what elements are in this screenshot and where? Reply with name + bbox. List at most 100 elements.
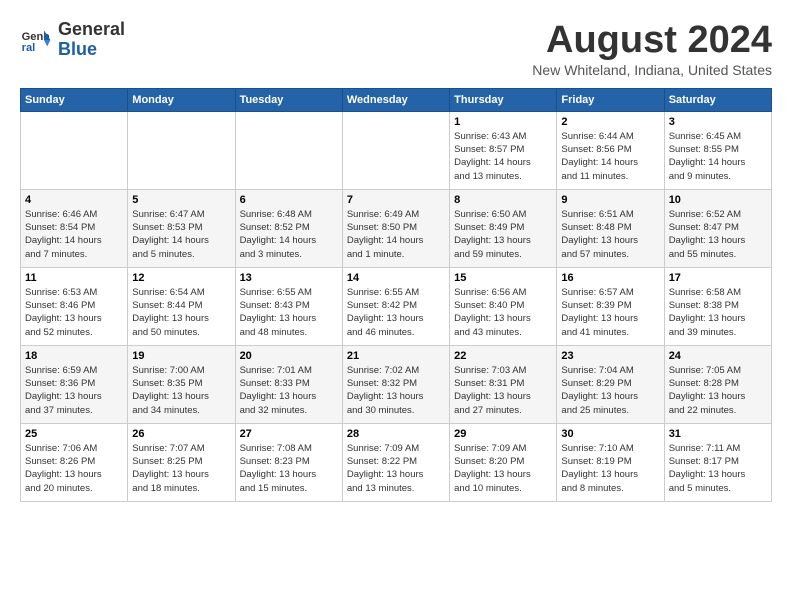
calendar-day — [235, 111, 342, 189]
col-header-sunday: Sunday — [21, 88, 128, 111]
day-number: 18 — [25, 350, 123, 362]
day-info: Sunrise: 7:00 AM Sunset: 8:35 PM Dayligh… — [132, 364, 230, 417]
calendar-day: 28 Sunrise: 7:09 AM Sunset: 8:22 PM Dayli… — [342, 423, 449, 501]
logo-line2: Blue — [58, 39, 97, 59]
calendar-day: 22Sunrise: 7:03 AM Sunset: 8:31 PM Dayli… — [450, 345, 557, 423]
calendar-day: 4 Sunrise: 6:46 AM Sunset: 8:54 PM Daylig… — [21, 189, 128, 267]
calendar-day — [128, 111, 235, 189]
day-info: Sunrise: 7:06 AM Sunset: 8:26 PM Dayligh… — [25, 442, 123, 495]
logo-text: General Blue — [58, 20, 125, 60]
day-info: Sunrise: 6:59 AM Sunset: 8:36 PM Dayligh… — [25, 364, 123, 417]
day-number: 11 — [25, 272, 123, 284]
calendar-day: 31Sunrise: 7:11 AM Sunset: 8:17 PM Dayli… — [664, 423, 771, 501]
main-title: August 2024 — [532, 20, 772, 62]
col-header-thursday: Thursday — [450, 88, 557, 111]
calendar-day: 7Sunrise: 6:49 AM Sunset: 8:50 PM Daylig… — [342, 189, 449, 267]
day-number: 31 — [669, 428, 767, 440]
calendar-week-3: 11 Sunrise: 6:53 AM Sunset: 8:46 PM Dayli… — [21, 267, 772, 345]
day-info: Sunrise: 6:52 AM Sunset: 8:47 PM Dayligh… — [669, 208, 767, 261]
day-info: Sunrise: 6:53 AM Sunset: 8:46 PM Dayligh… — [25, 286, 123, 339]
calendar-day: 11 Sunrise: 6:53 AM Sunset: 8:46 PM Dayli… — [21, 267, 128, 345]
calendar-week-1: 1Sunrise: 6:43 AM Sunset: 8:57 PM Daylig… — [21, 111, 772, 189]
logo: Gene ral General Blue — [20, 20, 125, 60]
calendar-day: 17 Sunrise: 6:58 AM Sunset: 8:38 PM Dayli… — [664, 267, 771, 345]
day-number: 10 — [669, 194, 767, 206]
calendar-week-2: 4 Sunrise: 6:46 AM Sunset: 8:54 PM Daylig… — [21, 189, 772, 267]
day-number: 2 — [561, 116, 659, 128]
day-number: 13 — [240, 272, 338, 284]
day-info: Sunrise: 7:02 AM Sunset: 8:32 PM Dayligh… — [347, 364, 445, 417]
day-number: 12 — [132, 272, 230, 284]
col-header-wednesday: Wednesday — [342, 88, 449, 111]
day-info: Sunrise: 7:08 AM Sunset: 8:23 PM Dayligh… — [240, 442, 338, 495]
calendar-day: 23 Sunrise: 7:04 AM Sunset: 8:29 PM Dayli… — [557, 345, 664, 423]
day-number: 9 — [561, 194, 659, 206]
day-number: 14 — [347, 272, 445, 284]
day-info: Sunrise: 6:46 AM Sunset: 8:54 PM Dayligh… — [25, 208, 123, 261]
day-info: Sunrise: 6:45 AM Sunset: 8:55 PM Dayligh… — [669, 130, 767, 183]
day-number: 4 — [25, 194, 123, 206]
day-number: 25 — [25, 428, 123, 440]
calendar-day: 5 Sunrise: 6:47 AM Sunset: 8:53 PM Daylig… — [128, 189, 235, 267]
day-info: Sunrise: 6:57 AM Sunset: 8:39 PM Dayligh… — [561, 286, 659, 339]
day-info: Sunrise: 7:05 AM Sunset: 8:28 PM Dayligh… — [669, 364, 767, 417]
day-number: 16 — [561, 272, 659, 284]
day-info: Sunrise: 6:55 AM Sunset: 8:43 PM Dayligh… — [240, 286, 338, 339]
calendar-day: 20 Sunrise: 7:01 AM Sunset: 8:33 PM Dayli… — [235, 345, 342, 423]
day-number: 19 — [132, 350, 230, 362]
day-number: 23 — [561, 350, 659, 362]
calendar-day: 25 Sunrise: 7:06 AM Sunset: 8:26 PM Dayli… — [21, 423, 128, 501]
title-block: August 2024 New Whiteland, Indiana, Unit… — [532, 20, 772, 78]
day-info: Sunrise: 7:09 AM Sunset: 8:22 PM Dayligh… — [347, 442, 445, 495]
day-info: Sunrise: 6:54 AM Sunset: 8:44 PM Dayligh… — [132, 286, 230, 339]
calendar-table: SundayMondayTuesdayWednesdayThursdayFrid… — [20, 88, 772, 502]
day-info: Sunrise: 6:50 AM Sunset: 8:49 PM Dayligh… — [454, 208, 552, 261]
calendar-week-4: 18 Sunrise: 6:59 AM Sunset: 8:36 PM Dayli… — [21, 345, 772, 423]
calendar-day: 16 Sunrise: 6:57 AM Sunset: 8:39 PM Dayli… — [557, 267, 664, 345]
logo-line1: General — [58, 20, 125, 40]
day-info: Sunrise: 7:07 AM Sunset: 8:25 PM Dayligh… — [132, 442, 230, 495]
calendar-day: 12 Sunrise: 6:54 AM Sunset: 8:44 PM Dayli… — [128, 267, 235, 345]
calendar-day: 14 Sunrise: 6:55 AM Sunset: 8:42 PM Dayli… — [342, 267, 449, 345]
day-info: Sunrise: 6:55 AM Sunset: 8:42 PM Dayligh… — [347, 286, 445, 339]
day-number: 28 — [347, 428, 445, 440]
svg-text:ral: ral — [22, 42, 36, 54]
calendar-day: 2 Sunrise: 6:44 AM Sunset: 8:56 PM Daylig… — [557, 111, 664, 189]
day-number: 8 — [454, 194, 552, 206]
logo-icon: Gene ral — [20, 24, 52, 56]
day-info: Sunrise: 6:58 AM Sunset: 8:38 PM Dayligh… — [669, 286, 767, 339]
day-number: 26 — [132, 428, 230, 440]
calendar-day: 15Sunrise: 6:56 AM Sunset: 8:40 PM Dayli… — [450, 267, 557, 345]
day-number: 24 — [669, 350, 767, 362]
day-number: 30 — [561, 428, 659, 440]
day-info: Sunrise: 7:04 AM Sunset: 8:29 PM Dayligh… — [561, 364, 659, 417]
day-info: Sunrise: 6:51 AM Sunset: 8:48 PM Dayligh… — [561, 208, 659, 261]
subtitle: New Whiteland, Indiana, United States — [532, 62, 772, 78]
day-info: Sunrise: 6:44 AM Sunset: 8:56 PM Dayligh… — [561, 130, 659, 183]
calendar-day: 21Sunrise: 7:02 AM Sunset: 8:32 PM Dayli… — [342, 345, 449, 423]
calendar-day: 24 Sunrise: 7:05 AM Sunset: 8:28 PM Dayli… — [664, 345, 771, 423]
day-number: 27 — [240, 428, 338, 440]
calendar-day — [21, 111, 128, 189]
day-number: 5 — [132, 194, 230, 206]
day-info: Sunrise: 6:47 AM Sunset: 8:53 PM Dayligh… — [132, 208, 230, 261]
col-header-monday: Monday — [128, 88, 235, 111]
page-header: Gene ral General Blue August 2024 New Wh… — [20, 20, 772, 78]
day-info: Sunrise: 6:49 AM Sunset: 8:50 PM Dayligh… — [347, 208, 445, 261]
calendar-day: 9 Sunrise: 6:51 AM Sunset: 8:48 PM Daylig… — [557, 189, 664, 267]
day-info: Sunrise: 6:43 AM Sunset: 8:57 PM Dayligh… — [454, 130, 552, 183]
day-info: Sunrise: 7:01 AM Sunset: 8:33 PM Dayligh… — [240, 364, 338, 417]
calendar-day: 6Sunrise: 6:48 AM Sunset: 8:52 PM Daylig… — [235, 189, 342, 267]
calendar-day: 18 Sunrise: 6:59 AM Sunset: 8:36 PM Dayli… — [21, 345, 128, 423]
calendar-day: 29Sunrise: 7:09 AM Sunset: 8:20 PM Dayli… — [450, 423, 557, 501]
calendar-day: 30Sunrise: 7:10 AM Sunset: 8:19 PM Dayli… — [557, 423, 664, 501]
day-number: 20 — [240, 350, 338, 362]
col-header-saturday: Saturday — [664, 88, 771, 111]
calendar-day: 8 Sunrise: 6:50 AM Sunset: 8:49 PM Daylig… — [450, 189, 557, 267]
day-number: 3 — [669, 116, 767, 128]
day-number: 17 — [669, 272, 767, 284]
calendar-day — [342, 111, 449, 189]
day-info: Sunrise: 7:03 AM Sunset: 8:31 PM Dayligh… — [454, 364, 552, 417]
day-info: Sunrise: 6:48 AM Sunset: 8:52 PM Dayligh… — [240, 208, 338, 261]
calendar-day: 27 Sunrise: 7:08 AM Sunset: 8:23 PM Dayli… — [235, 423, 342, 501]
